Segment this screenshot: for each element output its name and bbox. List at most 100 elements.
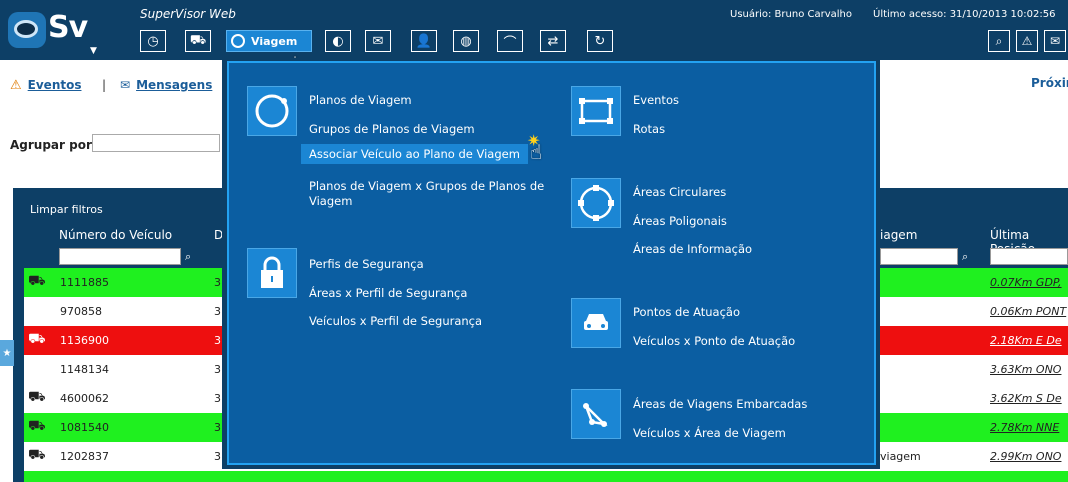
col-header-trip[interactable]: iagem — [880, 228, 917, 242]
vehicle-number: 1202837 — [60, 450, 109, 463]
last-position-link[interactable]: 2.18Km E De — [990, 334, 1062, 347]
pointer-hand-icon: ☝ — [530, 140, 543, 164]
user-info: Usuário: Bruno Carvalho — [730, 9, 852, 20]
caret-down-icon[interactable]: ▼ — [90, 46, 97, 56]
menu-item-trip-plan-groups[interactable]: Grupos de Planos de Viagem — [309, 122, 475, 136]
nav-viagem-button[interactable]: Viagem — [226, 30, 312, 52]
menu-item-trip-plans[interactable]: Planos de Viagem — [309, 93, 412, 107]
menu-item-embedded-trip-areas[interactable]: Áreas de Viagens Embarcadas — [633, 397, 807, 411]
nav-user-button[interactable]: 👤 — [411, 30, 437, 52]
alert-button[interactable]: ⚠ — [1016, 30, 1038, 52]
last-position-link[interactable]: 0.07Km GDP, — [990, 276, 1062, 289]
circular-area-icon — [571, 178, 621, 228]
truck-icon: ⛟ — [28, 418, 46, 434]
vehicle-number: 970858 — [60, 305, 102, 318]
events-link[interactable]: ⚠ Eventos — [10, 78, 81, 93]
trip-plan-icon — [247, 86, 297, 136]
warning-icon: ⚠ — [1021, 34, 1033, 48]
mail-icon: ✉ — [120, 78, 131, 92]
vehicle-number: 4600062 — [60, 392, 109, 405]
nav-mail-button[interactable]: ✉ — [365, 30, 391, 52]
app-logo[interactable]: Sv ▼ — [4, 6, 98, 58]
app-title: SuperVisor Web — [140, 7, 236, 21]
menu-item-vehicles-x-action-point[interactable]: Veículos x Ponto de Atuação — [633, 334, 795, 348]
table-row[interactable] — [24, 471, 1068, 482]
search-icon[interactable]: ⌕ — [185, 250, 191, 264]
truck-icon: ⛟ — [28, 331, 46, 347]
clock-icon: ◷ — [147, 33, 159, 49]
nav-globe-button[interactable]: ◍ — [453, 30, 479, 52]
warning-icon: ⚠ — [10, 78, 22, 93]
message-button[interactable]: ✉ — [1044, 30, 1066, 52]
menu-item-routes[interactable]: Rotas — [633, 122, 665, 136]
search-button[interactable]: ⌕ — [988, 30, 1010, 52]
menu-item-associate-vehicle[interactable]: Associar Veículo ao Plano de Viagem — [301, 144, 528, 164]
last-position-link[interactable]: 2.99Km ONO — [990, 450, 1061, 463]
cell-value: 3 — [214, 421, 221, 434]
vehicle-number: 1111885 — [60, 276, 109, 289]
circle-icon — [231, 34, 245, 48]
signal-icon: ⌒ — [503, 35, 517, 51]
menu-item-security-profiles[interactable]: Perfis de Segurança — [309, 257, 424, 271]
search-icon: ⌕ — [995, 33, 1003, 48]
menu-item-plans-x-groups-cont[interactable]: Viagem — [309, 194, 352, 208]
nav-viagem-label: Viagem — [251, 34, 298, 48]
nav-map-button[interactable]: ◐ — [325, 30, 351, 52]
messages-link-label: Mensagens — [136, 78, 213, 92]
nav-refresh-button[interactable]: ↻ — [587, 30, 613, 52]
menu-item-vehicles-x-trip-area[interactable]: Veículos x Área de Viagem — [633, 426, 786, 440]
car-icon — [571, 298, 621, 348]
truck-icon: ⛟ — [28, 389, 46, 405]
group-by-input[interactable] — [92, 134, 220, 152]
col-header-vehicle[interactable]: Número do Veículo — [59, 228, 172, 242]
menu-item-info-areas[interactable]: Áreas de Informação — [633, 242, 752, 256]
menu-item-vehicles-x-security[interactable]: Veículos x Perfil de Segurança — [309, 314, 482, 328]
transfer-icon: ⇄ — [547, 33, 559, 49]
nav-clock-button[interactable]: ◷ — [140, 30, 166, 52]
top-bar: Sv ▼ SuperVisor Web Usuário: Bruno Carva… — [0, 0, 1068, 60]
circle-icon — [255, 94, 289, 128]
star-icon: ★ — [2, 347, 12, 359]
eye-icon — [14, 20, 38, 38]
group-by-label: Agrupar por — [10, 138, 92, 152]
menu-item-action-points[interactable]: Pontos de Atuação — [633, 305, 740, 319]
globe-icon: ◍ — [460, 33, 472, 49]
nav-transfer-button[interactable]: ⇄ — [540, 30, 566, 52]
polygon-route-icon — [571, 389, 621, 439]
nav-truck-button[interactable]: ⛟ — [185, 30, 211, 52]
menu-item-circular-areas[interactable]: Áreas Circulares — [633, 185, 726, 199]
vehicle-number: 1081540 — [60, 421, 109, 434]
last-position-link[interactable]: 3.63Km ONO — [990, 363, 1061, 376]
viagem-menu-panel: Planos de Viagem Grupos de Planos de Via… — [227, 61, 876, 465]
lock-icon — [247, 248, 297, 298]
vehicle-number: 1136900 — [60, 334, 109, 347]
last-position-link[interactable]: 2.78Km NNE — [990, 421, 1059, 434]
last-position-link[interactable]: 3.62Km S De — [990, 392, 1062, 405]
truck-icon: ⛟ — [189, 32, 207, 48]
vehicle-filter-input[interactable] — [59, 248, 181, 265]
position-filter-input[interactable] — [990, 248, 1068, 265]
separator: | — [102, 78, 107, 92]
last-position-link[interactable]: 0.06Km PONT — [990, 305, 1066, 318]
user-icon: 👤 — [415, 33, 433, 49]
mail-icon: ✉ — [1049, 34, 1061, 48]
menu-item-events[interactable]: Eventos — [633, 93, 679, 107]
events-link-label: Eventos — [27, 78, 82, 92]
viagem-menu: Planos de Viagem Grupos de Planos de Via… — [222, 58, 880, 469]
cell-value: 3 — [214, 305, 221, 318]
search-icon[interactable]: ⌕ — [962, 250, 968, 264]
cell-value: 3 — [214, 276, 221, 289]
trip-value: viagem — [880, 450, 921, 463]
clear-filters-link[interactable]: Limpar filtros — [30, 203, 103, 216]
menu-item-plans-x-groups[interactable]: Planos de Viagem x Grupos de Planos de — [309, 179, 544, 193]
trip-filter-input[interactable] — [880, 248, 958, 265]
favorites-tab[interactable]: ★ — [0, 340, 14, 366]
mail-icon: ✉ — [372, 33, 384, 49]
menu-item-polygon-areas[interactable]: Áreas Poligonais — [633, 214, 727, 228]
messages-link[interactable]: ✉ Mensagens — [120, 78, 212, 92]
next-link[interactable]: Próxim — [1031, 76, 1068, 90]
menu-item-areas-x-security[interactable]: Áreas x Perfil de Segurança — [309, 286, 467, 300]
nav-signal-button[interactable]: ⌒ — [497, 30, 523, 52]
vehicle-number: 1148134 — [60, 363, 109, 376]
shape-icon: ◐ — [332, 33, 344, 49]
